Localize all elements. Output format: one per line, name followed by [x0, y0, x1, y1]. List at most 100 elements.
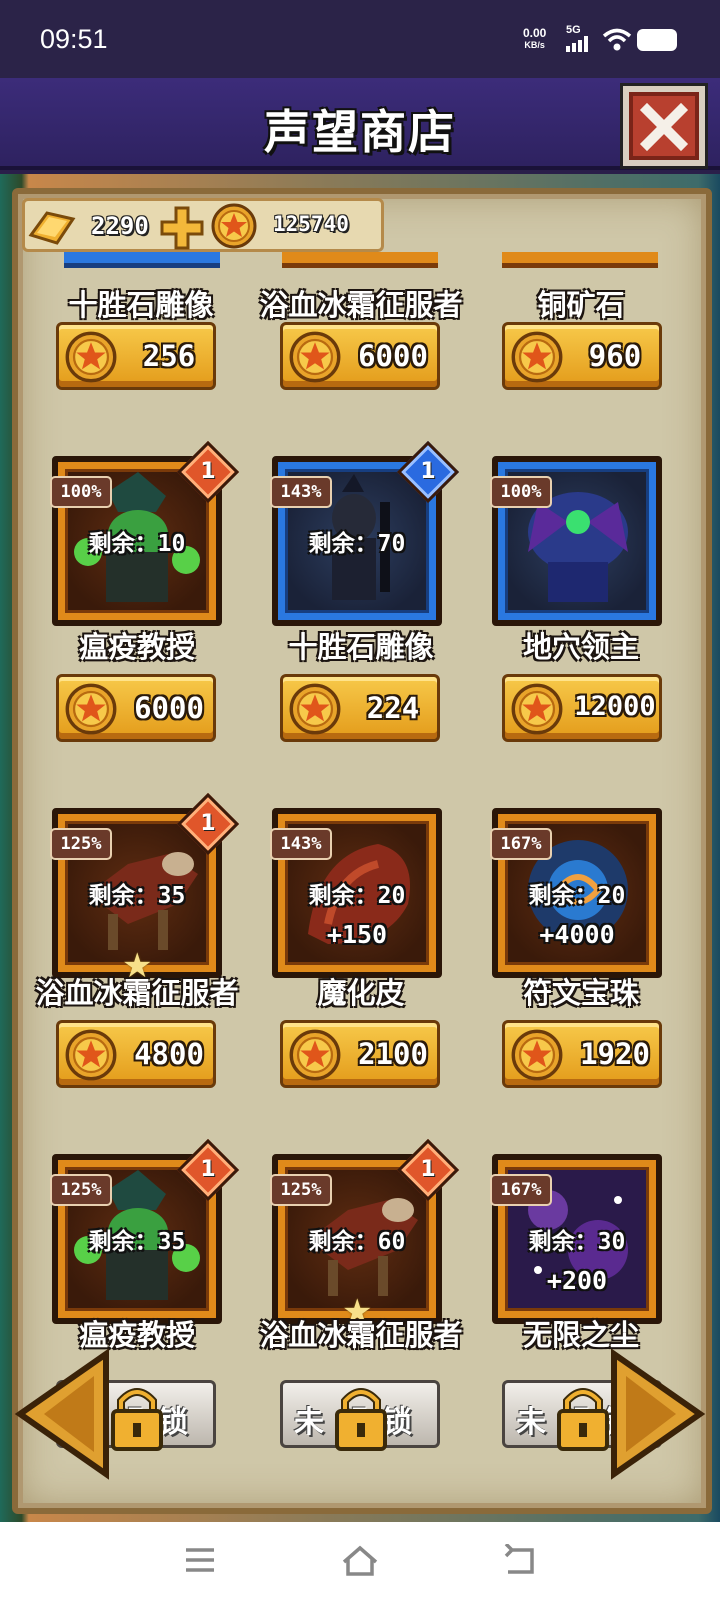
close-icon — [639, 102, 689, 152]
item-name: 魔化皮 — [317, 976, 405, 1010]
remaining-count: 剩余：35 — [88, 1229, 186, 1255]
item-name: 十胜石雕像 — [68, 288, 214, 322]
card-edge — [282, 252, 438, 268]
item-card[interactable]: 125% 剩余：60 1 ★ — [270, 1138, 460, 1332]
item-card[interactable]: 143% 剩余：70 1 — [270, 440, 460, 626]
price: 256 — [142, 339, 196, 373]
net-speed-unit: KB/s — [524, 40, 545, 50]
buy-button[interactable]: 12000 — [502, 674, 662, 742]
percent-badge: 143% — [270, 476, 332, 508]
item-card[interactable]: 125% 剩余：35 1 ★ — [50, 792, 240, 986]
card-edge — [64, 252, 220, 268]
signal-icon — [566, 36, 588, 52]
plus-icon[interactable] — [159, 205, 205, 251]
buy-button[interactable]: 960 — [502, 322, 662, 390]
item-card[interactable]: 100% — [490, 456, 662, 626]
locked-button: 未解锁 — [280, 1380, 440, 1451]
currency-bar: 2290 125740 — [22, 198, 384, 252]
bonus-amount: +150 — [326, 920, 388, 949]
price: 4800 — [134, 1037, 204, 1071]
coin-icon — [65, 1029, 117, 1081]
item-card[interactable]: 100% 剩余：10 1 — [50, 440, 240, 626]
price: 2100 — [358, 1037, 428, 1071]
remaining-count: 剩余：10 — [88, 531, 186, 557]
coin-icon — [511, 683, 563, 735]
padlock-icon — [111, 1388, 163, 1451]
price: 6000 — [358, 339, 428, 373]
coin-icon — [511, 331, 563, 383]
coin-icon — [289, 683, 341, 735]
system-nav-bar — [0, 1522, 720, 1608]
item-name: 十胜石雕像 — [288, 630, 434, 664]
coin-icon — [211, 203, 257, 249]
buy-button[interactable]: 6000 — [56, 674, 216, 742]
item-name: 浴血冰霜征服者 — [259, 288, 463, 322]
remaining-count: 剩余：20 — [528, 883, 626, 909]
padlock-icon — [557, 1388, 609, 1451]
network-type: 5G — [566, 24, 581, 36]
remaining-count: 剩余：60 — [308, 1229, 406, 1255]
item-name: 浴血冰霜征服者 — [35, 976, 239, 1010]
coin-icon — [289, 331, 341, 383]
price: 1920 — [580, 1037, 650, 1071]
net-speed-value: 0.00 — [523, 26, 547, 40]
padlock-icon — [335, 1388, 387, 1451]
item-card[interactable]: 125% 剩余：35 1 — [50, 1138, 240, 1324]
gold-bar-icon — [28, 211, 76, 245]
item-card[interactable]: 167% 剩余：30 +200 — [490, 1154, 662, 1324]
left-arrow-icon[interactable] — [14, 1348, 110, 1480]
remaining-count: 剩余：30 — [528, 1229, 626, 1255]
gold-amount: 2290 — [91, 212, 149, 240]
menu-icon[interactable] — [184, 1544, 216, 1576]
buy-button[interactable]: 256 — [56, 322, 216, 390]
coin-icon — [511, 1029, 563, 1081]
limit-badge-number: 1 — [200, 459, 216, 484]
buy-button[interactable]: 1920 — [502, 1020, 662, 1088]
bonus-amount: +200 — [546, 1266, 608, 1295]
item-card[interactable]: 167% 剩余：20 +4000 — [490, 808, 662, 978]
net-speed: 0.00 KB/s — [523, 27, 546, 51]
item-name: 瘟疫教授 — [78, 630, 195, 664]
percent-badge: 143% — [270, 828, 332, 860]
clock: 09:51 — [40, 24, 108, 54]
percent-badge: 125% — [50, 1174, 112, 1206]
home-icon[interactable] — [340, 1544, 380, 1578]
remaining-count: 剩余：70 — [308, 531, 406, 557]
item-name: 地穴领主 — [522, 630, 639, 664]
page-title: 声望商店 — [264, 105, 456, 159]
bonus-amount: +4000 — [539, 920, 615, 949]
card-edge — [502, 252, 658, 268]
buy-button[interactable]: 224 — [280, 674, 440, 742]
item-card[interactable]: 143% 剩余：20 +150 — [270, 808, 442, 978]
right-arrow-icon[interactable] — [610, 1348, 706, 1480]
buy-button[interactable]: 4800 — [56, 1020, 216, 1088]
wifi-icon — [602, 28, 632, 51]
coin-icon — [65, 683, 117, 735]
limit-badge-number: 1 — [200, 1157, 216, 1182]
status-bar: 09:51 0.00 KB/s 5G — [0, 0, 720, 78]
limit-badge-number: 1 — [420, 1157, 436, 1182]
remaining-count: 剩余：35 — [88, 883, 186, 909]
coin-icon — [65, 331, 117, 383]
buy-button[interactable]: 2100 — [280, 1020, 440, 1088]
percent-badge: 125% — [270, 1174, 332, 1206]
limit-badge-number: 1 — [200, 811, 216, 836]
battery-icon — [637, 29, 677, 51]
close-button[interactable] — [623, 86, 705, 166]
limit-badge-number: 1 — [420, 459, 436, 484]
buy-button[interactable]: 6000 — [280, 322, 440, 390]
percent-badge: 167% — [490, 1174, 552, 1206]
percent-badge: 100% — [490, 476, 552, 508]
percent-badge: 100% — [50, 476, 112, 508]
item-name: 浴血冰霜征服者 — [259, 1318, 463, 1352]
percent-badge: 125% — [50, 828, 112, 860]
coin-amount: 125740 — [273, 212, 349, 236]
price: 12000 — [574, 691, 656, 722]
title-bar: 声望商店 — [0, 78, 720, 170]
price: 960 — [588, 339, 642, 373]
price: 224 — [366, 691, 420, 725]
item-name: 铜矿石 — [537, 288, 625, 322]
coin-icon — [289, 1029, 341, 1081]
back-icon[interactable] — [502, 1544, 536, 1578]
remaining-count: 剩余：20 — [308, 883, 406, 909]
